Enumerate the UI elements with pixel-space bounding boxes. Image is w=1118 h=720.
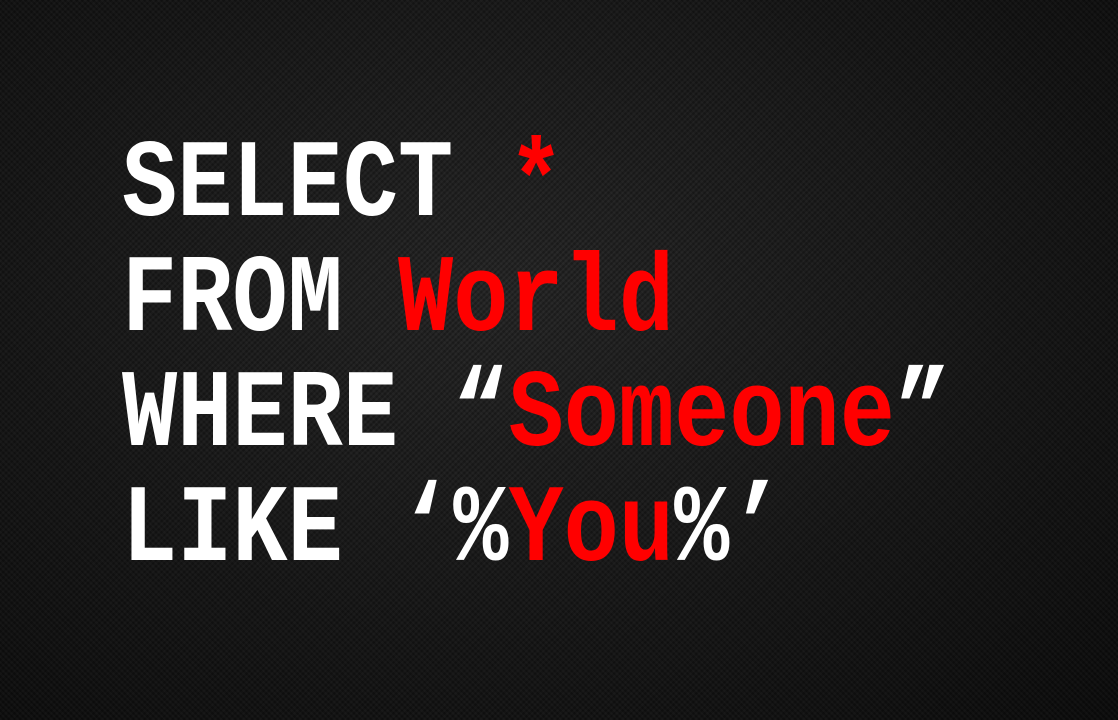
- where-value: Someone: [508, 352, 895, 479]
- open-quote: “: [453, 352, 509, 479]
- asterisk: *: [508, 122, 564, 249]
- like-value: You: [508, 467, 675, 594]
- table-name: World: [398, 237, 675, 364]
- close-pattern: %’: [674, 467, 785, 594]
- keyword-from: FROM: [122, 237, 399, 364]
- open-pattern: ‘%: [398, 467, 509, 594]
- close-quote: ”: [894, 352, 951, 479]
- keyword-where: WHERE: [122, 352, 454, 479]
- line-like: LIKE ‘%You%’: [122, 462, 950, 600]
- keyword-like: LIKE: [122, 467, 399, 594]
- sql-query-text: SELECT * FROM World WHERE “Someone” LIKE…: [122, 123, 951, 594]
- keyword-select: SELECT: [122, 122, 509, 249]
